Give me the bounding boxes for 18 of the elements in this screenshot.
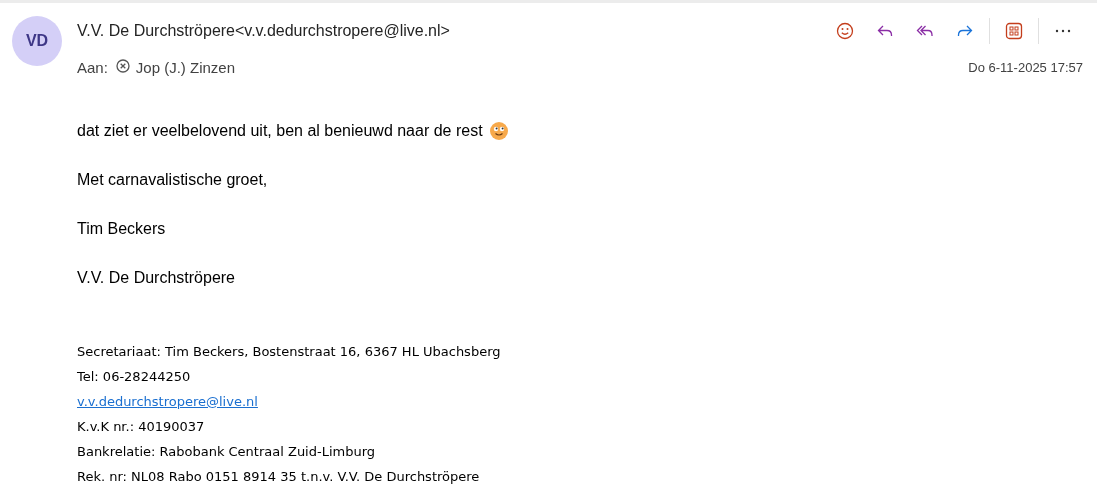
- avatar: VD: [12, 16, 62, 66]
- message-text: Tim Beckers: [77, 219, 166, 239]
- signature-line: Tel: 06-28244250: [77, 369, 191, 384]
- message-text: V.V. De Durchströpere: [77, 268, 235, 288]
- signature-line: Secretariaat: Tim Beckers, Bostenstraat 16, 6367 HL Ubachsberg: [77, 344, 501, 359]
- recipient-label: Aan:: [77, 58, 108, 76]
- smile-icon[interactable]: [835, 21, 855, 41]
- signature-line: Rek. nr: NL08 Rabo 0151 8914 35 t.n.v. V.V. De Durchströpere: [77, 469, 480, 484]
- recipient-name[interactable]: Jop (J.) Zinzen: [135, 58, 236, 76]
- apps-icon[interactable]: [1004, 21, 1024, 41]
- message-text: dat ziet er veelbelovend uit, ben al benieuwd naar de rest: [77, 121, 483, 141]
- date-text: Do 6-11-2025 17:57: [968, 59, 1083, 75]
- message-text: Met carnavalistische groet,: [77, 170, 268, 190]
- signature-line: K.v.K nr.: 40190037: [77, 419, 205, 434]
- sender-name: V.V. De Durchströpere<v.v.dedurchstropere@live.nl>: [77, 22, 450, 40]
- email-link[interactable]: v.v.dedurchstropere@live.nl: [77, 394, 258, 409]
- signature-line: Bankrelatie: Rabobank Centraal Zuid-Limburg: [77, 444, 376, 459]
- remove-icon[interactable]: [115, 58, 130, 73]
